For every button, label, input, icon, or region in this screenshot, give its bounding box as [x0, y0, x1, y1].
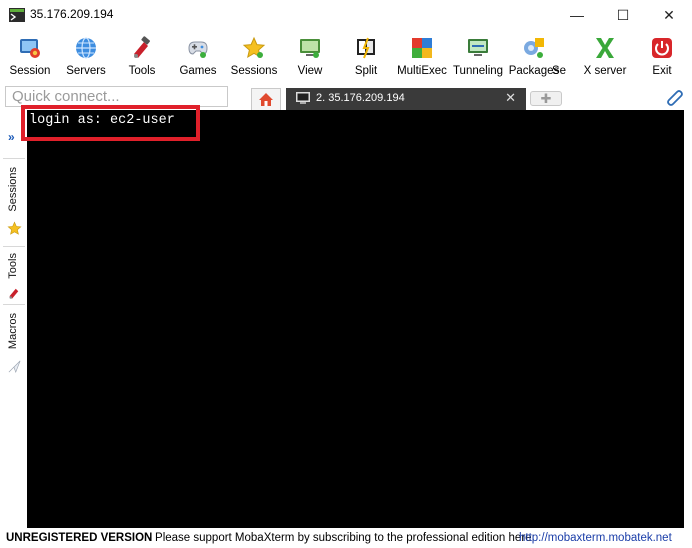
login-highlight-box	[21, 105, 200, 141]
unregistered-label: UNREGISTERED VERSION	[6, 532, 153, 544]
mobaxterm-app-icon	[9, 8, 25, 22]
sidebar-tab-tools-label: Tools	[7, 253, 19, 279]
tunneling-icon	[468, 39, 488, 56]
sidebar-tab-tools[interactable]: Tools	[3, 246, 25, 305]
home-tab[interactable]	[251, 88, 281, 110]
close-window-button[interactable]: ✕	[646, 0, 692, 30]
view-icon	[300, 39, 320, 58]
terminal-pane[interactable]: login as: ec2-user	[27, 110, 684, 528]
toolbar-exit-label: Exit	[652, 65, 672, 77]
new-tab-button[interactable]: ✚	[530, 91, 562, 106]
packages-icon	[524, 38, 544, 58]
maximize-icon: ☐	[616, 6, 630, 23]
sidebar-tab-macros-label: Macros	[7, 313, 19, 350]
maximize-button[interactable]: ☐	[600, 0, 646, 30]
sidebar-tab-sessions[interactable]: Sessions	[3, 158, 25, 247]
tools-icon	[134, 36, 150, 58]
scrollbar-area[interactable]	[684, 110, 692, 528]
minimize-icon: —	[570, 7, 584, 23]
mobatek-link[interactable]: http://mobaxterm.mobatek.net	[519, 528, 672, 548]
support-message: - Please support MobaXterm by subscribin…	[148, 532, 535, 544]
tools-icon	[9, 288, 19, 299]
toolbar-exit-button[interactable]: Exit	[634, 32, 690, 80]
star-icon	[7, 221, 22, 235]
quick-connect-box	[5, 86, 228, 107]
session-tab-label: 2. 35.176.209.194	[316, 92, 405, 104]
session-icon	[20, 39, 40, 58]
games-icon	[188, 41, 208, 58]
sidebar-tab-sessions-label: Sessions	[7, 167, 19, 212]
home-icon	[259, 93, 273, 106]
minimize-button[interactable]: —	[554, 0, 600, 30]
x-server-icon	[596, 38, 614, 58]
split-icon	[357, 37, 375, 59]
title-bar: 35.176.209.194 — ☐ ✕	[0, 0, 692, 30]
quick-connect-input[interactable]	[6, 87, 228, 106]
paperclip-icon[interactable]	[666, 88, 684, 106]
session-tab-active[interactable]: 2. 35.176.209.194 ✕	[286, 88, 526, 110]
sessions-star-icon	[242, 36, 266, 59]
terminal-tab-icon	[296, 92, 310, 104]
sidebar-tab-macros[interactable]: Macros	[3, 304, 25, 377]
toolbar-settings-label: Se	[552, 65, 567, 77]
close-icon: ✕	[663, 6, 675, 23]
main-toolbar: Session Servers Tools Games Sessions Vie…	[0, 30, 692, 82]
add-tab-icon: ✚	[540, 91, 552, 106]
status-bar: UNREGISTERED VERSION - Please support Mo…	[0, 528, 692, 548]
tab-close-icon[interactable]: ✕	[505, 90, 516, 106]
servers-icon	[76, 37, 96, 59]
macros-icon	[8, 360, 21, 374]
expand-sidebar-icon[interactable]: »	[8, 130, 14, 144]
multiexec-icon	[412, 38, 432, 58]
left-sidebar: » Sessions Tools Macros	[0, 110, 27, 528]
window-title: 35.176.209.194	[30, 7, 114, 21]
exit-power-icon	[652, 38, 672, 58]
